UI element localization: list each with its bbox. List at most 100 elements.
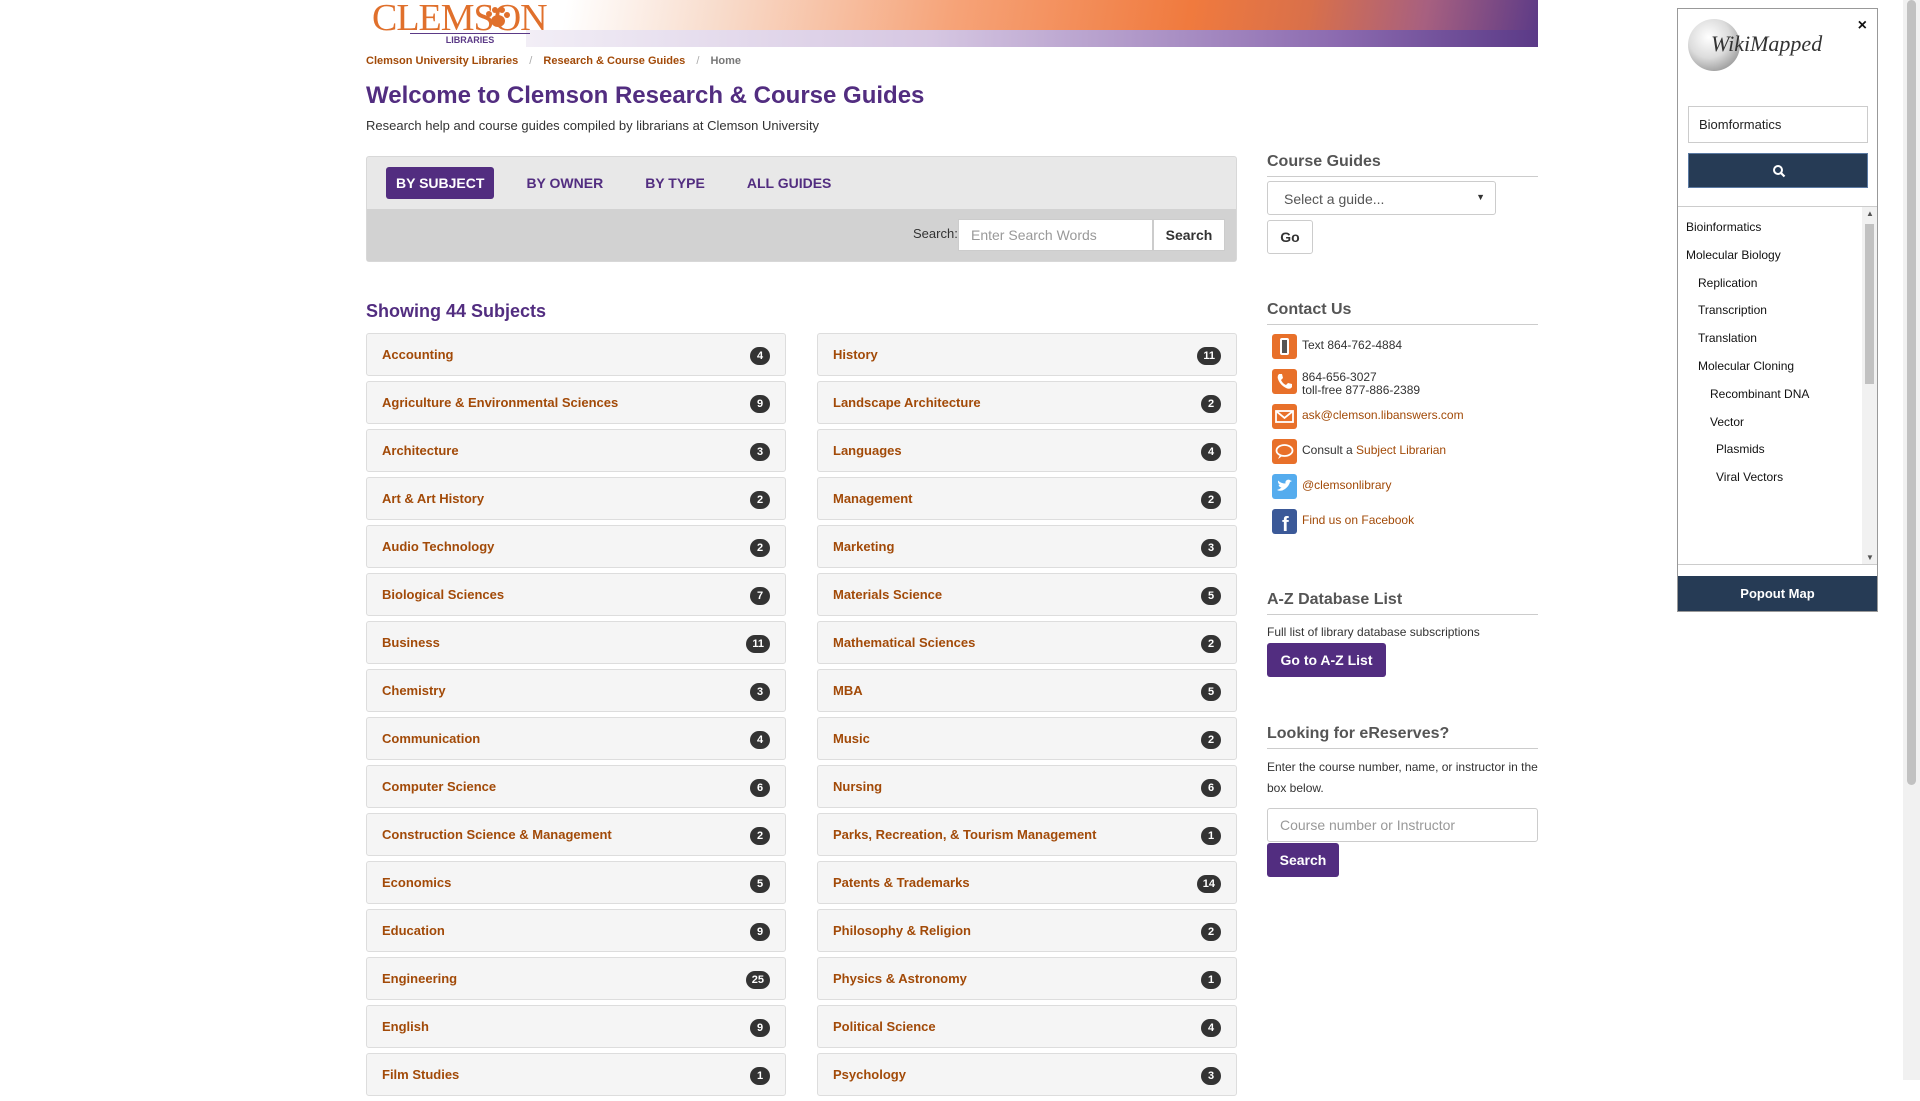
subject-name[interactable]: Management — [833, 491, 912, 506]
subject-item[interactable]: Computer Science 6 — [366, 765, 786, 808]
wikimapped-topic-item[interactable]: Transcription — [1698, 303, 1767, 317]
subject-item[interactable]: Physics & Astronomy 1 — [817, 957, 1237, 1000]
subject-name[interactable]: Chemistry — [382, 683, 446, 698]
subject-name[interactable]: Physics & Astronomy — [833, 971, 967, 986]
wikimapped-topic-item[interactable]: Plasmids — [1716, 442, 1765, 456]
subject-item[interactable]: Mathematical Sciences 2 — [817, 621, 1237, 664]
subject-name[interactable]: Communication — [382, 731, 480, 746]
subject-name[interactable]: Education — [382, 923, 445, 938]
subject-item[interactable]: Parks, Recreation, & Tourism Management 1 — [817, 813, 1237, 856]
wikimapped-topic-item[interactable]: Molecular Biology — [1686, 248, 1781, 262]
subject-name[interactable]: MBA — [833, 683, 863, 698]
tab-by-subject[interactable]: BY SUBJECT — [386, 167, 495, 199]
subject-item[interactable]: Construction Science & Management 2 — [366, 813, 786, 856]
page-scrollbar[interactable] — [1903, 0, 1920, 1080]
subject-item[interactable]: Art & Art History 2 — [366, 477, 786, 520]
subject-name[interactable]: Parks, Recreation, & Tourism Management — [833, 827, 1096, 842]
subject-item[interactable]: Architecture 3 — [366, 429, 786, 472]
wikimapped-scrollbar-thumb[interactable] — [1865, 224, 1874, 384]
subject-name[interactable]: Architecture — [382, 443, 459, 458]
subject-name[interactable]: Political Science — [833, 1019, 936, 1034]
subject-name[interactable]: Philosophy & Religion — [833, 923, 971, 938]
page-scrollbar-thumb[interactable] — [1907, 0, 1916, 785]
subject-item[interactable]: Languages 4 — [817, 429, 1237, 472]
subject-item[interactable]: Music 2 — [817, 717, 1237, 760]
tab-by-type[interactable]: BY TYPE — [635, 167, 715, 199]
subject-name[interactable]: Audio Technology — [382, 539, 494, 554]
tab-all-guides[interactable]: ALL GUIDES — [737, 167, 842, 199]
subject-item[interactable]: Patents & Trademarks 14 — [817, 861, 1237, 904]
subject-item[interactable]: Psychology 3 — [817, 1053, 1237, 1096]
subject-name[interactable]: Languages — [833, 443, 902, 458]
wikimapped-search-input[interactable] — [1688, 106, 1868, 143]
subject-item[interactable]: History 11 — [817, 333, 1237, 376]
wikimapped-topic-item[interactable]: Molecular Cloning — [1698, 359, 1794, 373]
subject-name[interactable]: Marketing — [833, 539, 894, 554]
subject-item[interactable]: Nursing 6 — [817, 765, 1237, 808]
go-button[interactable]: Go — [1267, 220, 1313, 254]
subject-item[interactable]: Film Studies 1 — [366, 1053, 786, 1096]
wikimapped-topic-item[interactable]: Bioinformatics — [1686, 220, 1761, 234]
subject-name[interactable]: Computer Science — [382, 779, 496, 794]
ereserves-search-button[interactable]: Search — [1267, 843, 1339, 877]
subject-item[interactable]: English 9 — [366, 1005, 786, 1048]
wikimapped-search-button[interactable] — [1688, 153, 1868, 188]
ereserves-input[interactable] — [1267, 808, 1538, 842]
twitter-link[interactable]: @clemsonlibrary — [1302, 478, 1392, 492]
subject-name[interactable]: English — [382, 1019, 429, 1034]
search-button[interactable]: Search — [1153, 219, 1225, 251]
email-link[interactable]: ask@clemson.libanswers.com — [1302, 408, 1464, 422]
subject-item[interactable]: Communication 4 — [366, 717, 786, 760]
breadcrumb-link-guides[interactable]: Research & Course Guides — [543, 55, 685, 67]
subject-librarian-link[interactable]: Subject Librarian — [1356, 443, 1446, 457]
wikimapped-topic-item[interactable]: Recombinant DNA — [1710, 387, 1809, 401]
subject-name[interactable]: Mathematical Sciences — [833, 635, 975, 650]
subject-name[interactable]: Biological Sciences — [382, 587, 504, 602]
subject-item[interactable]: Accounting 4 — [366, 333, 786, 376]
wikimapped-topic-item[interactable]: Translation — [1698, 331, 1757, 345]
subject-item[interactable]: Audio Technology 2 — [366, 525, 786, 568]
subject-name[interactable]: Materials Science — [833, 587, 942, 602]
scroll-down-arrow-icon[interactable]: ▼ — [1866, 553, 1874, 562]
subject-item[interactable]: Philosophy & Religion 2 — [817, 909, 1237, 952]
wikimapped-topic-item[interactable]: Viral Vectors — [1716, 470, 1783, 484]
subject-name[interactable]: Construction Science & Management — [382, 827, 612, 842]
tab-by-owner[interactable]: BY OWNER — [516, 167, 613, 199]
subject-name[interactable]: Agriculture & Environmental Sciences — [382, 395, 618, 410]
subject-item[interactable]: Management 2 — [817, 477, 1237, 520]
subject-item[interactable]: Education 9 — [366, 909, 786, 952]
subject-item[interactable]: Materials Science 5 — [817, 573, 1237, 616]
subject-item[interactable]: Engineering 25 — [366, 957, 786, 1000]
subject-item[interactable]: Political Science 4 — [817, 1005, 1237, 1048]
subject-item[interactable]: Economics 5 — [366, 861, 786, 904]
subject-item[interactable]: Agriculture & Environmental Sciences 9 — [366, 381, 786, 424]
subject-name[interactable]: Accounting — [382, 347, 454, 362]
wikimapped-topic-item[interactable]: Replication — [1698, 276, 1757, 290]
subject-name[interactable]: Music — [833, 731, 870, 746]
breadcrumb-link-university-libraries[interactable]: Clemson University Libraries — [366, 55, 518, 67]
subject-name[interactable]: Nursing — [833, 779, 882, 794]
clemson-logo[interactable]: CLEMSON LIBRARIES — [372, 0, 548, 46]
subject-name[interactable]: Economics — [382, 875, 451, 890]
subject-item[interactable]: Business 11 — [366, 621, 786, 664]
scroll-up-arrow-icon[interactable]: ▲ — [1866, 209, 1874, 218]
subject-item[interactable]: Chemistry 3 — [366, 669, 786, 712]
subject-name[interactable]: Patents & Trademarks — [833, 875, 970, 890]
subject-name[interactable]: Art & Art History — [382, 491, 484, 506]
subject-name[interactable]: Landscape Architecture — [833, 395, 981, 410]
facebook-link[interactable]: Find us on Facebook — [1302, 513, 1414, 527]
subject-name[interactable]: Engineering — [382, 971, 457, 986]
popout-map-button[interactable]: Popout Map — [1678, 576, 1877, 611]
search-input[interactable] — [958, 219, 1153, 251]
wikimapped-topic-item[interactable]: Vector — [1710, 415, 1744, 429]
wikimapped-scrollbar[interactable]: ▲ ▼ — [1862, 207, 1877, 564]
az-list-button[interactable]: Go to A-Z List — [1267, 643, 1386, 677]
subject-name[interactable]: Business — [382, 635, 440, 650]
subject-name[interactable]: History — [833, 347, 878, 362]
subject-item[interactable]: Biological Sciences 7 — [366, 573, 786, 616]
subject-item[interactable]: Marketing 3 — [817, 525, 1237, 568]
subject-item[interactable]: Landscape Architecture 2 — [817, 381, 1237, 424]
course-guide-select[interactable]: Select a guide... ▼ — [1267, 181, 1496, 215]
close-icon[interactable]: × — [1858, 17, 1867, 35]
subject-item[interactable]: MBA 5 — [817, 669, 1237, 712]
